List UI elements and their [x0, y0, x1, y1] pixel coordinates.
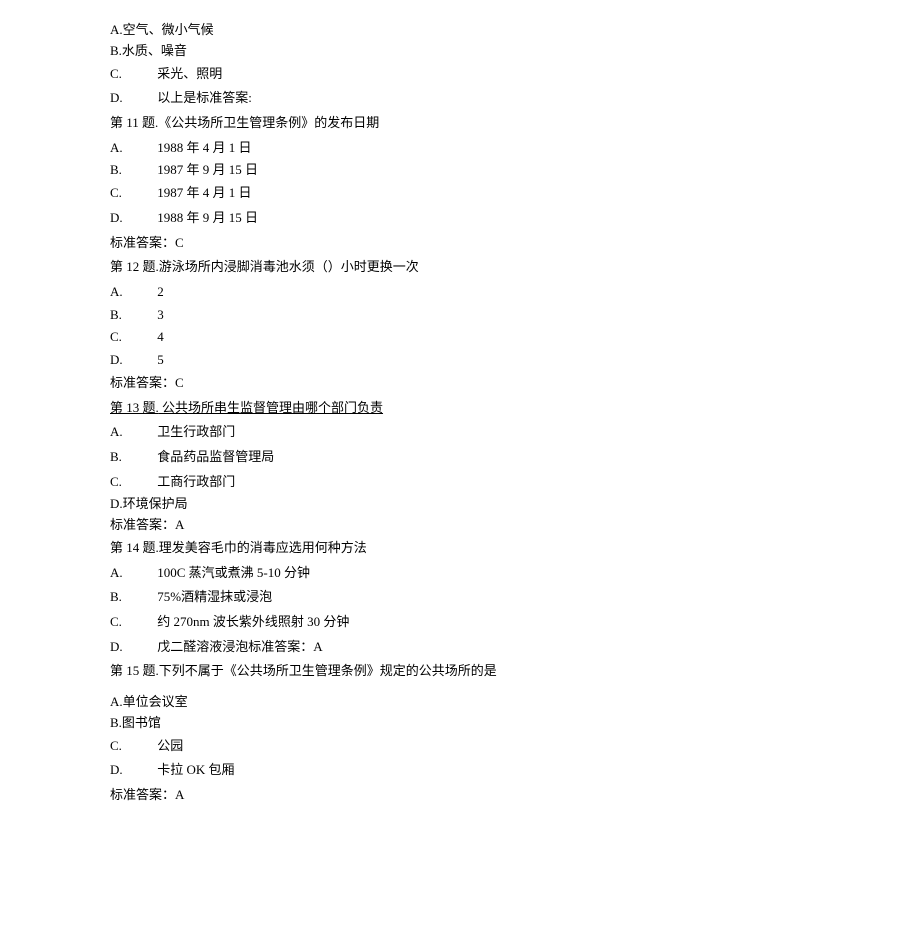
q10-option-c: C. 采光、照明 — [110, 62, 810, 87]
q12-option-b: B. 3 — [110, 305, 810, 326]
q13-a-label: A. — [110, 420, 126, 445]
q15-option-d: D. 卡拉 OK 包厢 — [110, 758, 810, 783]
q14-d-text: 戊二醛溶液浸泡标准答案：A — [129, 639, 322, 654]
q11-b-label: B. — [110, 160, 126, 181]
q12-a-label: A. — [110, 280, 126, 305]
q11-d-label: D. — [110, 206, 126, 231]
q15-option-c: C. 公园 — [110, 734, 810, 759]
q14-b-text: 75%酒精湿抹或浸泡 — [129, 589, 272, 604]
q12-option-c: C. 4 — [110, 325, 810, 350]
q10-option-d: D. 以上是标准答案: — [110, 86, 810, 111]
q11-d-text: 1988 年 9 月 15 日 — [129, 210, 258, 225]
q13-answer: 标准答案：A — [110, 515, 810, 536]
q14-title: 第 14 题.理发美容毛巾的消毒应选用何种方法 — [110, 536, 810, 561]
q10-c-text: 采光、照明 — [129, 66, 222, 81]
q13-title: 第 13 题. 公共场所串生监督管理由哪个部门负责 — [110, 396, 810, 421]
q13-b-text: 食品药品监督管理局 — [129, 449, 274, 464]
q13-b-label: B. — [110, 445, 126, 470]
q13-title-link[interactable]: 公共场所串生监督管理由哪个部门负责 — [159, 400, 383, 415]
q14-c-label: C. — [110, 610, 126, 635]
q11-title: 第 11 题.《公共场所卫生管理条例》的发布日期 — [110, 111, 810, 136]
q15-c-label: C. — [110, 734, 126, 759]
q11-b-text: 1987 年 9 月 15 日 — [129, 162, 258, 177]
q11-answer: 标准答案：C — [110, 231, 810, 256]
q14-c-text: 约 270nm 波长紫外线照射 30 分钟 — [129, 614, 349, 629]
q15-option-b: B.图书馆 — [110, 713, 810, 734]
q14-option-a: A. 100C 蒸汽或煮沸 5-10 分钟 — [110, 561, 810, 586]
q11-c-label: C. — [110, 181, 126, 206]
q15-answer: 标准答案：A — [110, 783, 810, 808]
q12-d-text: 5 — [129, 352, 164, 367]
q12-option-d: D. 5 — [110, 350, 810, 371]
q10-d-label: D. — [110, 86, 126, 111]
q12-title: 第 12 题.游泳场所内浸脚消毒池水须（）小时更换一次 — [110, 255, 810, 280]
q11-a-text: 1988 年 4 月 1 日 — [129, 140, 251, 155]
q14-option-d: D. 戊二醛溶液浸泡标准答案：A — [110, 635, 810, 660]
q12-c-text: 4 — [129, 329, 164, 344]
q12-c-label: C. — [110, 325, 126, 350]
q10-option-a: A.空气、微小气候 — [110, 20, 810, 41]
q14-a-text: 100C 蒸汽或煮沸 5-10 分钟 — [129, 565, 310, 580]
q14-option-c: C. 约 270nm 波长紫外线照射 30 分钟 — [110, 610, 810, 635]
q11-option-a: A. 1988 年 4 月 1 日 — [110, 136, 810, 161]
q12-option-a: A. 2 — [110, 280, 810, 305]
q15-c-text: 公园 — [129, 738, 183, 753]
q13-option-c: C. 工商行政部门 — [110, 470, 810, 495]
q12-a-text: 2 — [129, 284, 164, 299]
q11-a-label: A. — [110, 136, 126, 161]
q10-option-b: B.水质、噪音 — [110, 41, 810, 62]
q11-option-d: D. 1988 年 9 月 15 日 — [110, 206, 810, 231]
q13-title-prefix: 第 13 题. — [110, 400, 159, 415]
q14-option-b: B. 75%酒精湿抹或浸泡 — [110, 585, 810, 610]
q11-option-c: C. 1987 年 4 月 1 日 — [110, 181, 810, 206]
q14-d-label: D. — [110, 635, 126, 660]
q11-option-b: B. 1987 年 9 月 15 日 — [110, 160, 810, 181]
q12-b-text: 3 — [129, 307, 164, 322]
q10-c-label: C. — [110, 62, 126, 87]
q13-option-b: B. 食品药品监督管理局 — [110, 445, 810, 470]
q14-b-label: B. — [110, 585, 126, 610]
q11-c-text: 1987 年 4 月 1 日 — [129, 185, 251, 200]
q15-option-a: A.单位会议室 — [110, 692, 810, 713]
q13-c-label: C. — [110, 470, 126, 495]
q12-answer: 标准答案：C — [110, 371, 810, 396]
q15-title: 第 15 题.下列不属于《公共场所卫生管理条例》规定的公共场所的是 — [110, 659, 810, 684]
q13-a-text: 卫生行政部门 — [129, 424, 235, 439]
q13-c-text: 工商行政部门 — [129, 474, 235, 489]
q15-d-label: D. — [110, 758, 126, 783]
q13-option-a: A. 卫生行政部门 — [110, 420, 810, 445]
q15-d-text: 卡拉 OK 包厢 — [129, 762, 234, 777]
q12-b-label: B. — [110, 305, 126, 326]
q12-d-label: D. — [110, 350, 126, 371]
q14-a-label: A. — [110, 561, 126, 586]
q13-option-d: D.环境保护局 — [110, 494, 810, 515]
q10-d-text: 以上是标准答案: — [129, 90, 252, 105]
